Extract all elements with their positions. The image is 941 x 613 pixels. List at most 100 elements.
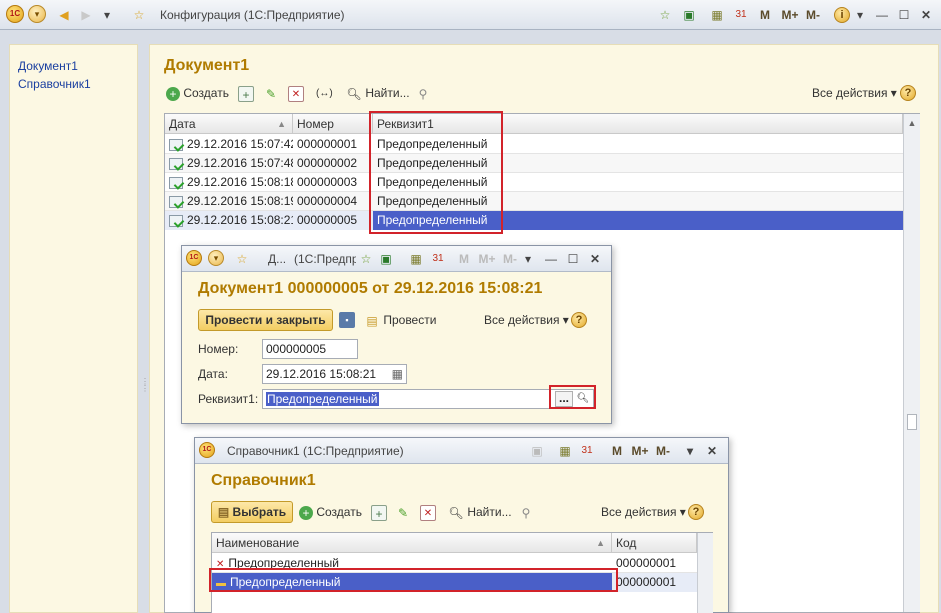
highlight-box-selected-item [209,568,618,592]
history-icon[interactable]: ▣ [680,5,698,25]
choose-button[interactable]: ▤ Выбрать [211,501,293,523]
history-dropdown-icon[interactable]: ▾ [100,5,114,25]
favorites-star-icon[interactable]: ☆ [130,5,148,25]
calendar-icon[interactable]: 31 [430,249,446,269]
calculator-icon[interactable]: ▦ [557,441,573,461]
document-window-titlebar[interactable]: 1С ▾ ☆ Д... (1С:Предпр... ☆ ▣ ▦ 31 M M+ … [182,246,611,272]
table-row[interactable]: 29.12.2016 15:07:42 000000001 Предопреде… [165,135,903,154]
more-dropdown-icon[interactable]: ▾ [522,249,534,269]
m-button[interactable]: M [458,249,470,269]
1c-logo-icon[interactable]: 1С [199,442,215,458]
window-title-app: (1С:Предпр... [294,252,356,266]
catalog-window-title: Справочник1 (1С:Предприятие) [227,444,404,458]
edit-pencil-icon[interactable]: ✎ [263,86,279,102]
m-minus-button[interactable]: M- [655,441,671,461]
info-icon[interactable]: i [834,7,850,23]
req1-label: Реквизит1: [198,392,259,406]
req1-field[interactable]: Предопределенный ... 🔍︎ [262,389,594,409]
table-row[interactable]: 29.12.2016 15:07:48 000000002 Предопреде… [165,154,903,173]
menu-dropdown-icon[interactable]: ▾ [208,250,224,266]
sidebar-item-catalog1[interactable]: Справочник1 [10,75,137,93]
catalog-window-titlebar[interactable]: 1С Справочник1 (1С:Предприятие) ▣ ▦ 31 M… [195,438,728,464]
refresh-icon[interactable]: (↔) [316,86,333,102]
posted-document-icon [169,138,183,151]
cancel-search-icon[interactable]: ⚲ [518,505,534,521]
all-actions-menu[interactable]: Все действия ▾ [601,503,686,521]
find-button[interactable]: 🔍︎ Найти... [448,503,511,521]
maximize-icon[interactable]: ☐ [896,5,912,25]
copy-icon[interactable]: + [371,505,387,521]
scroll-up-icon: ▲ [907,118,917,128]
delete-icon[interactable]: ✕ [420,505,436,521]
scrollbar[interactable] [697,533,713,613]
column-header-name[interactable]: Наименование ▲ [212,533,612,553]
posted-document-icon [169,176,183,189]
m-button[interactable]: M [758,5,772,25]
forward-arrow-icon[interactable]: ▶ [78,5,94,25]
posted-document-icon [169,214,183,227]
1c-logo-icon[interactable]: 1С [6,5,24,23]
all-actions-menu[interactable]: Все действия ▾ [484,311,569,329]
back-arrow-icon[interactable]: ◀ [56,5,72,25]
calendar-icon[interactable]: 31 [732,5,750,25]
minimize-icon[interactable]: — [544,249,558,269]
m-minus-button[interactable]: M- [502,249,518,269]
document-form-title: Документ1 000000005 от 29.12.2016 15:08:… [198,280,543,297]
add-favorite-icon[interactable]: ☆ [656,5,674,25]
column-header-date[interactable]: Дата ▲ [165,114,293,134]
create-button[interactable]: + Создать [299,503,362,521]
cancel-search-icon[interactable]: ⚲ [415,86,431,102]
add-favorite-icon[interactable]: ☆ [358,249,374,269]
sort-icon: ▲ [596,538,605,548]
save-icon[interactable]: ▪ [339,312,355,328]
delete-icon[interactable]: ✕ [288,86,304,102]
table-row[interactable]: 29.12.2016 15:08:18 000000003 Предопреде… [165,173,903,192]
close-icon[interactable]: ✕ [705,441,719,461]
m-plus-button[interactable]: M+ [631,441,649,461]
column-header-number[interactable]: Номер [293,114,373,134]
plus-icon: + [166,86,180,101]
history-icon[interactable]: ▣ [529,441,545,461]
create-button[interactable]: + Создать [166,84,229,102]
app-titlebar: 1С ▾ ◀ ▶ ▾ ☆ Конфигурация (1С:Предприяти… [0,0,941,30]
close-icon[interactable]: ✕ [588,249,602,269]
calculator-icon[interactable]: ▦ [708,5,726,25]
maximize-icon[interactable]: ☐ [566,249,580,269]
page-title: Документ1 [164,57,250,74]
menu-dropdown-icon[interactable]: ▾ [28,5,46,23]
all-actions-menu[interactable]: Все действия ▾ [812,84,897,102]
post-button[interactable]: ▤ Провести [364,311,436,329]
edit-pencil-icon[interactable]: ✎ [395,505,411,521]
m-button[interactable]: M [611,441,623,461]
splitter-handle[interactable]: ⋮ ⋮ [141,378,149,408]
calendar-icon[interactable]: 31 [579,441,595,461]
app-title: Конфигурация (1С:Предприятие) [160,8,345,22]
number-field[interactable]: 000000005 [262,339,358,359]
minimize-icon[interactable]: — [874,5,890,25]
more-dropdown-icon[interactable]: ▾ [683,441,697,461]
help-icon[interactable]: ? [571,312,587,328]
post-and-close-button[interactable]: Провести и закрыть [198,309,333,331]
m-plus-button[interactable]: M+ [780,5,800,25]
favorites-star-icon[interactable]: ☆ [234,249,250,269]
calendar-picker-icon: ▦ [391,367,403,381]
sidebar-item-document1[interactable]: Документ1 [10,57,137,75]
table-row-current[interactable]: 29.12.2016 15:08:21 000000005 Предопреде… [165,211,903,230]
scrollbar[interactable]: ▲ [903,114,920,612]
m-plus-button[interactable]: M+ [478,249,496,269]
copy-icon[interactable]: + [238,86,254,102]
post-document-icon: ▤ [366,313,378,328]
column-header-code[interactable]: Код [612,533,697,553]
close-icon[interactable]: ✕ [918,5,934,25]
m-minus-button[interactable]: M- [804,5,822,25]
choose-icon: ▤ [217,505,230,519]
find-button[interactable]: 🔍︎ Найти... [346,84,409,102]
help-icon[interactable]: ? [688,504,704,520]
calculator-icon[interactable]: ▦ [408,249,424,269]
1c-logo-icon[interactable]: 1С [186,250,202,266]
info-dropdown-icon[interactable]: ▾ [854,5,866,25]
help-icon[interactable]: ? [900,85,916,101]
table-row[interactable]: 29.12.2016 15:08:19 000000004 Предопреде… [165,192,903,211]
history-icon[interactable]: ▣ [378,249,394,269]
date-field[interactable]: 29.12.2016 15:08:21 ▦ [262,364,407,384]
